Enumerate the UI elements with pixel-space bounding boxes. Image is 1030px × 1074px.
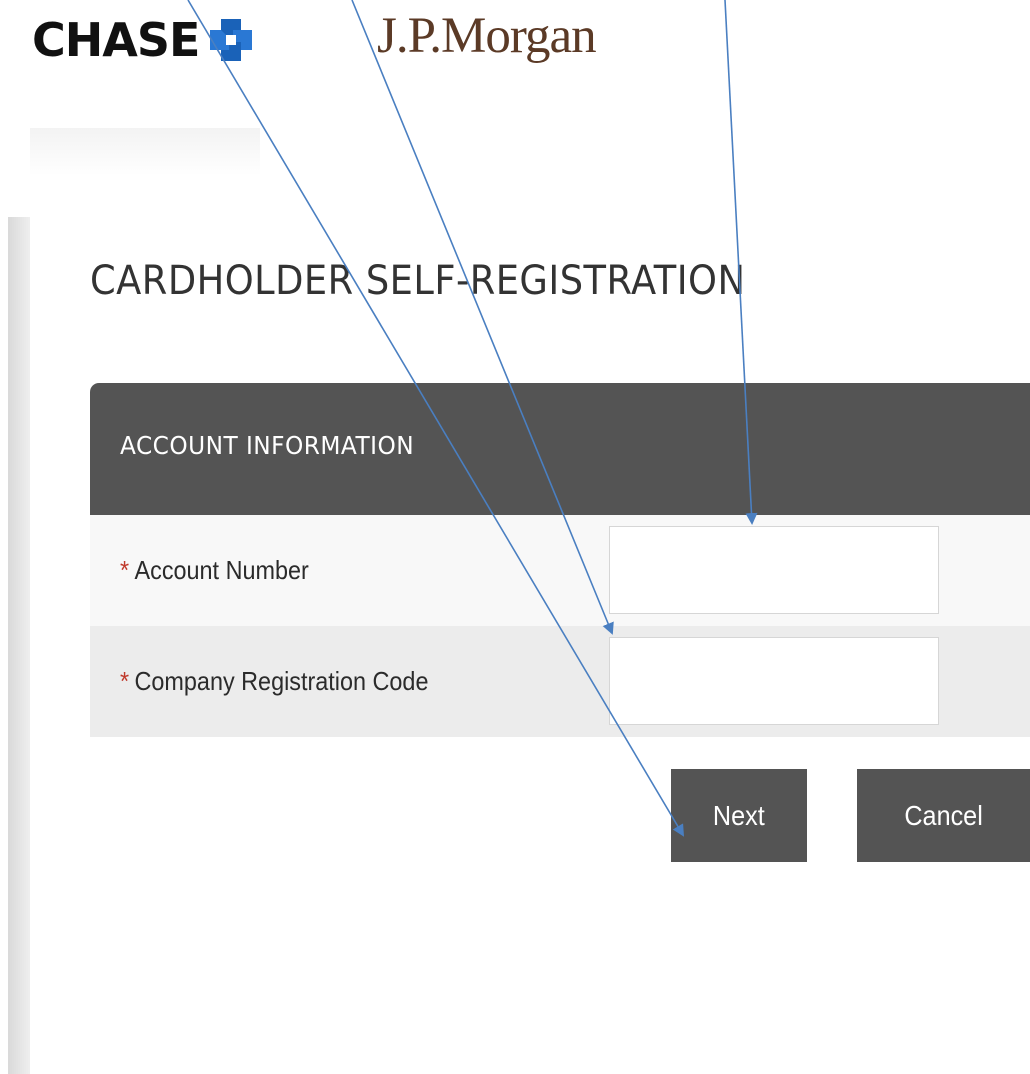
- chase-logo-text: CHASE: [32, 13, 200, 67]
- account-number-row: * Account Number: [90, 515, 1030, 626]
- cancel-button[interactable]: Cancel: [857, 769, 1030, 862]
- company-registration-code-input[interactable]: [609, 637, 939, 725]
- cancel-button-label: Cancel: [904, 799, 983, 831]
- section-title: ACCOUNT INFORMATION: [120, 431, 415, 460]
- left-rail: [8, 217, 30, 1074]
- account-information-section: ACCOUNT INFORMATION * Account Number * Com…: [90, 383, 1030, 737]
- header-divider: [30, 128, 260, 176]
- chase-octagon-icon: [210, 19, 253, 61]
- next-button-label: Next: [713, 799, 765, 831]
- section-header: ACCOUNT INFORMATION: [90, 383, 1030, 515]
- company-registration-code-row: * Company Registration Code: [90, 626, 1030, 737]
- page-title: CARDHOLDER SELF-REGISTRATION: [90, 258, 746, 304]
- required-mark: *: [120, 555, 130, 585]
- header: CHASE J.P.Morgan: [0, 0, 1030, 130]
- next-button[interactable]: Next: [671, 769, 807, 862]
- account-number-label: * Account Number: [120, 555, 309, 586]
- company-registration-code-label-text: Company Registration Code: [134, 666, 429, 696]
- required-mark: *: [120, 666, 130, 696]
- chase-logo: CHASE: [32, 10, 253, 70]
- company-registration-code-label: * Company Registration Code: [120, 666, 428, 697]
- account-number-input[interactable]: [609, 526, 939, 614]
- account-number-label-text: Account Number: [134, 555, 309, 585]
- jpmorgan-logo: J.P.Morgan: [377, 8, 597, 64]
